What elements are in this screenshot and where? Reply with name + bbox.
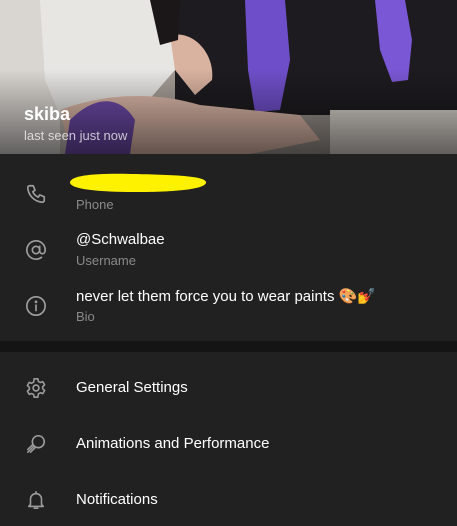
bio-row[interactable]: never let them force you to wear paints …: [0, 280, 457, 330]
menu-item-general-settings[interactable]: General Settings: [0, 366, 457, 410]
username-value: @Schwalbae: [76, 231, 165, 248]
username-row[interactable]: @Schwalbae Username: [0, 224, 457, 274]
menu-item-label: Animations and Performance: [76, 435, 270, 452]
bio-label: Bio: [76, 309, 95, 324]
menu-item-label: Notifications: [76, 491, 158, 508]
section-divider: [0, 341, 457, 352]
last-seen-status: last seen just now: [24, 128, 128, 143]
contact-name: skiba: [24, 104, 71, 124]
bio-value: never let them force you to wear paints …: [76, 288, 376, 305]
menu-item-notifications[interactable]: Notifications: [0, 478, 457, 522]
contact-info-section: Phone @Schwalbae Username never let them…: [0, 154, 457, 341]
gear-icon: [24, 376, 48, 400]
settings-menu: General Settings Animations and Performa…: [0, 352, 457, 526]
phone-label: Phone: [76, 197, 114, 212]
at-sign-icon: [24, 238, 48, 262]
animation-icon: [24, 432, 48, 456]
menu-item-animations-performance[interactable]: Animations and Performance: [0, 422, 457, 466]
info-icon: [24, 294, 48, 318]
phone-icon: [24, 182, 48, 206]
phone-row[interactable]: Phone: [0, 154, 457, 212]
menu-item-label: General Settings: [76, 379, 188, 396]
bell-icon: [24, 488, 48, 512]
username-label: Username: [76, 253, 136, 268]
redacted-phone-number: [69, 173, 207, 192]
profile-header: skiba last seen just now: [0, 0, 457, 154]
